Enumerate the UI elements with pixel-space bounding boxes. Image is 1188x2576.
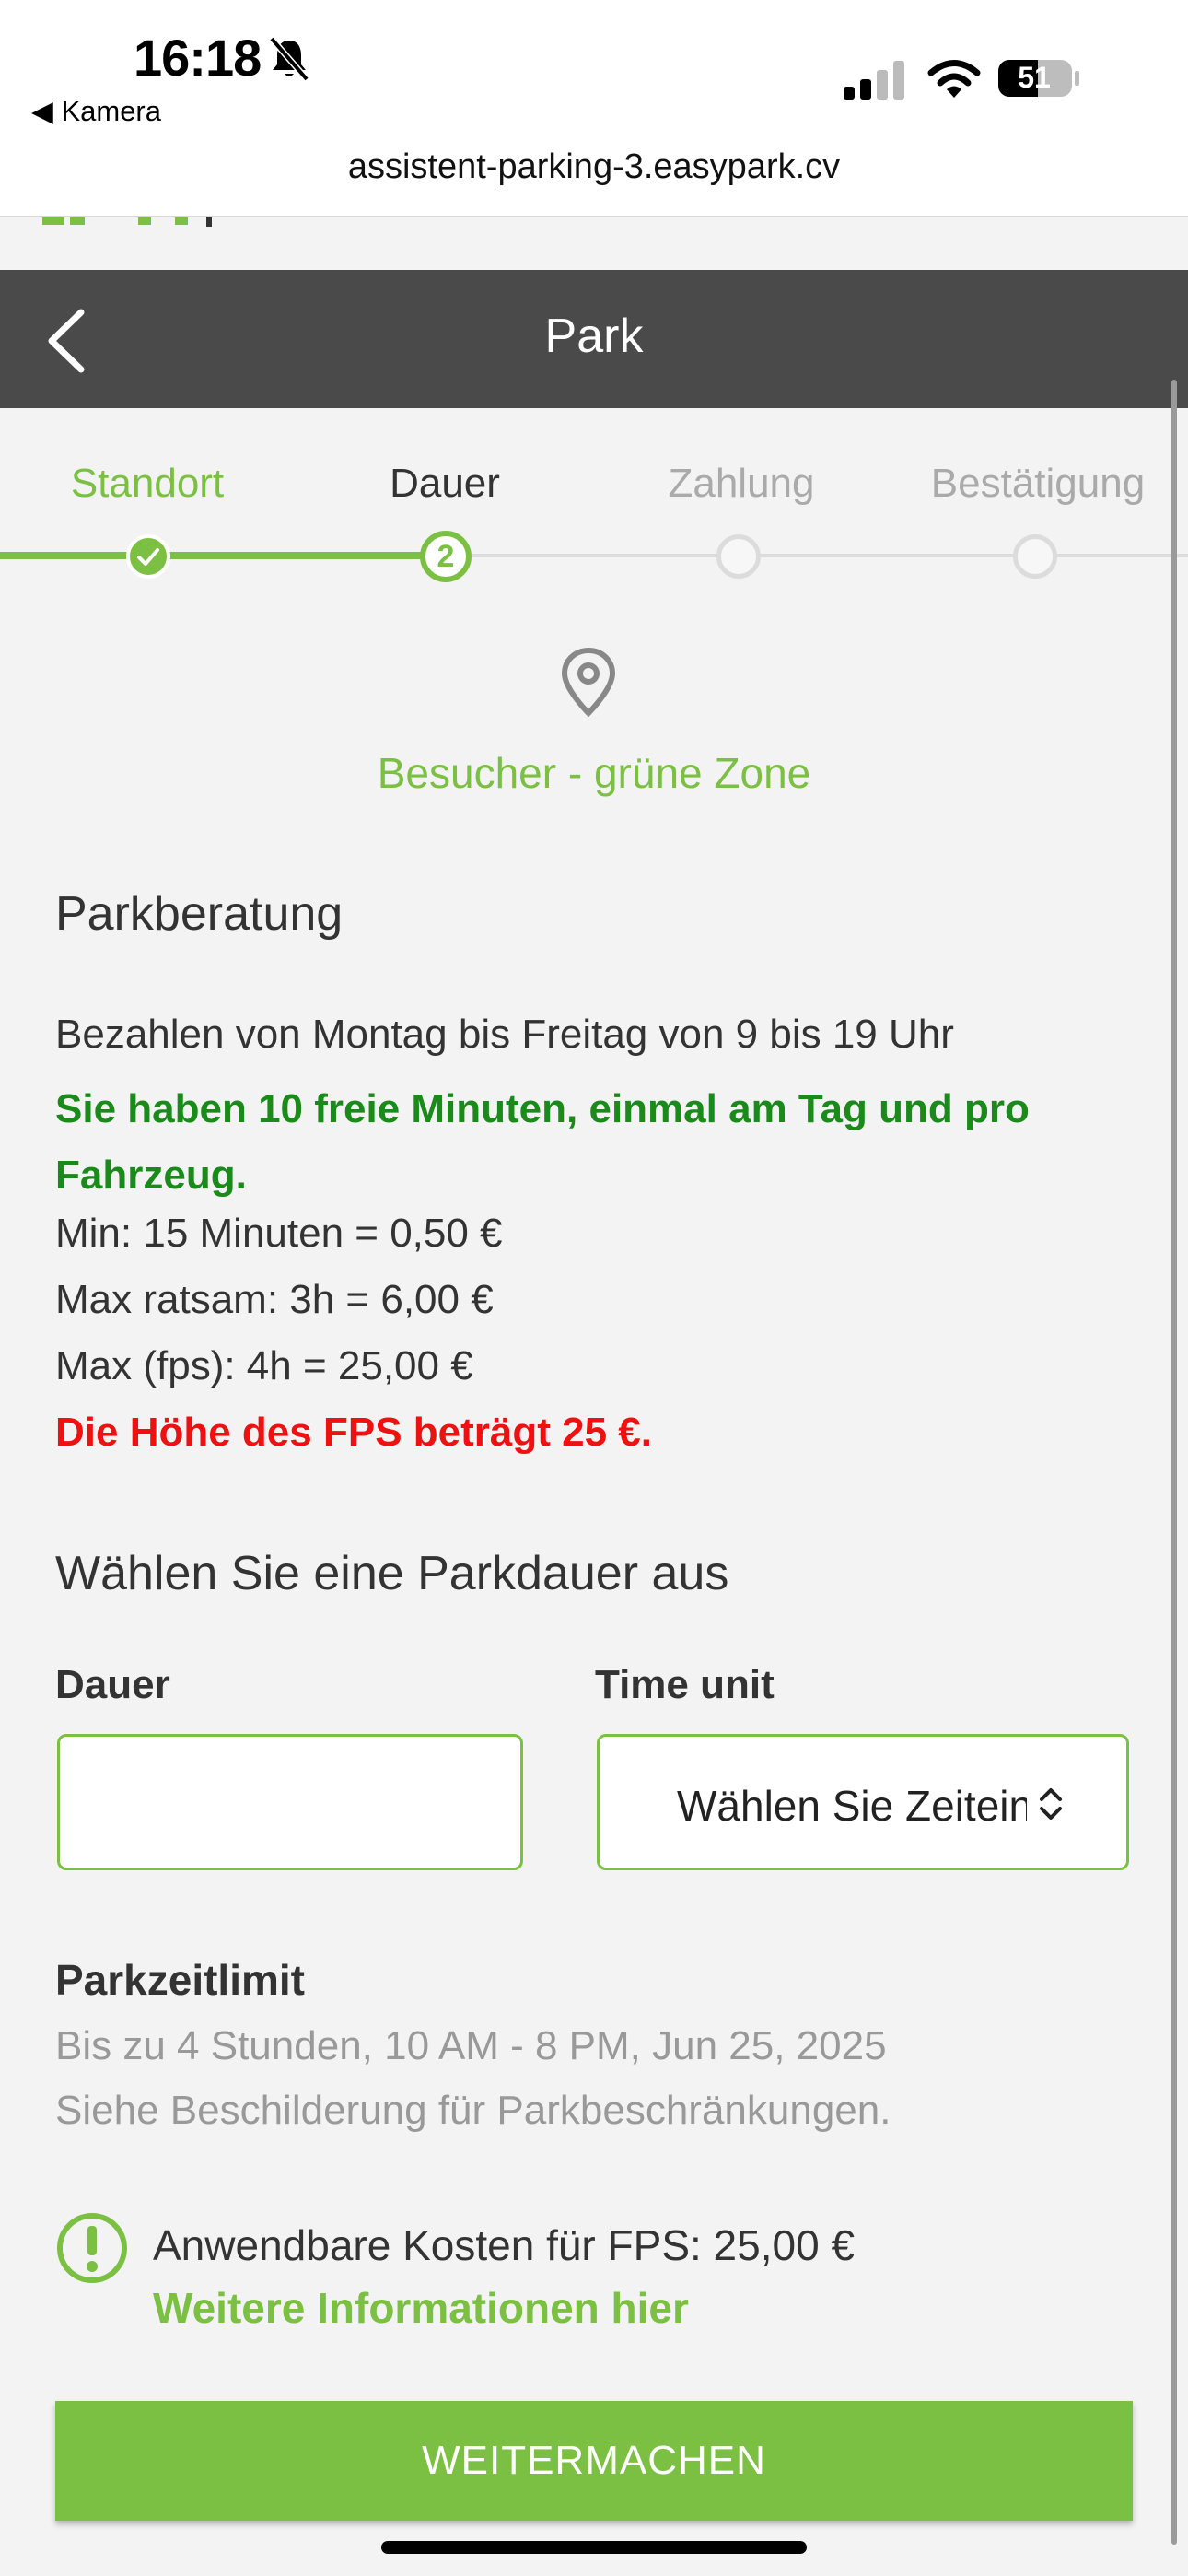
- step-label-dauer: Dauer: [390, 461, 500, 506]
- header-logo-peek: [37, 217, 221, 228]
- advice-free-minutes: Sie haben 10 freie Minuten, einmal am Ta…: [55, 1086, 1030, 1198]
- location-pin-icon: [561, 647, 616, 717]
- status-time: 16:18: [134, 29, 262, 87]
- time-unit-select[interactable]: Wählen Sie Zeiteinheit: [597, 1734, 1129, 1870]
- advice-fps-warning: Die Höhe des FPS beträgt 25 €.: [55, 1410, 652, 1455]
- page-title: Park: [544, 310, 644, 363]
- checkmark-icon: [137, 548, 159, 566]
- advice-pay-hours: Bezahlen von Montag bis Freitag von 9 bi…: [55, 1012, 954, 1057]
- time-unit-selected: Wählen Sie Zeiteinheit: [677, 1782, 1027, 1830]
- exclamation-circle-icon: [57, 2213, 127, 2283]
- scrollbar[interactable]: [1171, 380, 1177, 2545]
- advice-heading: Parkberatung: [55, 887, 344, 941]
- advice-min: Min: 15 Minuten = 0,50 €: [55, 1211, 503, 1256]
- dauer-label: Dauer: [55, 1662, 170, 1707]
- stepper-rail-complete: [0, 552, 446, 559]
- step-label-bestaetigung: Bestätigung: [930, 461, 1146, 506]
- step-dot-done: [126, 534, 170, 579]
- step-label-standort: Standort: [70, 461, 225, 506]
- select-chevrons-icon: [1040, 1788, 1062, 1820]
- time-unit-label: Time unit: [595, 1662, 775, 1707]
- back-triangle-icon: ◀: [31, 95, 62, 127]
- back-app-label: Kamera: [61, 95, 161, 127]
- dauer-input[interactable]: [57, 1734, 523, 1870]
- advice-max-fps: Max (fps): 4h = 25,00 €: [55, 1343, 473, 1388]
- step-dot-pending: [716, 534, 761, 579]
- back-to-app-link[interactable]: ◀ Kamera: [31, 95, 161, 128]
- limit-signage-note: Siehe Beschilderung für Parkbeschränkung…: [55, 2088, 891, 2133]
- continue-button[interactable]: WEITERMACHEN: [55, 2401, 1133, 2521]
- wifi-icon: [927, 60, 981, 98]
- step-dot-current: 2: [420, 531, 472, 582]
- limit-heading: Parkzeitlimit: [55, 1956, 305, 2004]
- limit-hours: Bis zu 4 Stunden, 10 AM - 8 PM, Jun 25, …: [55, 2023, 887, 2068]
- home-indicator[interactable]: [381, 2541, 807, 2554]
- more-info-link[interactable]: Weitere Informationen hier: [153, 2283, 689, 2333]
- battery-icon: 51: [997, 59, 1080, 98]
- cellular-signal-icon: [844, 61, 904, 100]
- address-bar-url[interactable]: assistent-parking-3.easypark.cv: [0, 147, 1188, 187]
- bell-muted-icon: [269, 36, 309, 82]
- advice-max-recommended: Max ratsam: 3h = 6,00 €: [55, 1277, 494, 1322]
- step-dot-pending: [1013, 534, 1057, 579]
- step-label-zahlung: Zahlung: [668, 461, 815, 506]
- fps-cost-text: Anwendbare Kosten für FPS: 25,00 €: [153, 2221, 856, 2269]
- stepper-rail-pending: [446, 554, 1188, 557]
- zone-name: Besucher - grüne Zone: [377, 749, 811, 797]
- duration-heading: Wählen Sie eine Parkdauer aus: [55, 1547, 729, 1600]
- battery-level: 51: [1018, 61, 1051, 94]
